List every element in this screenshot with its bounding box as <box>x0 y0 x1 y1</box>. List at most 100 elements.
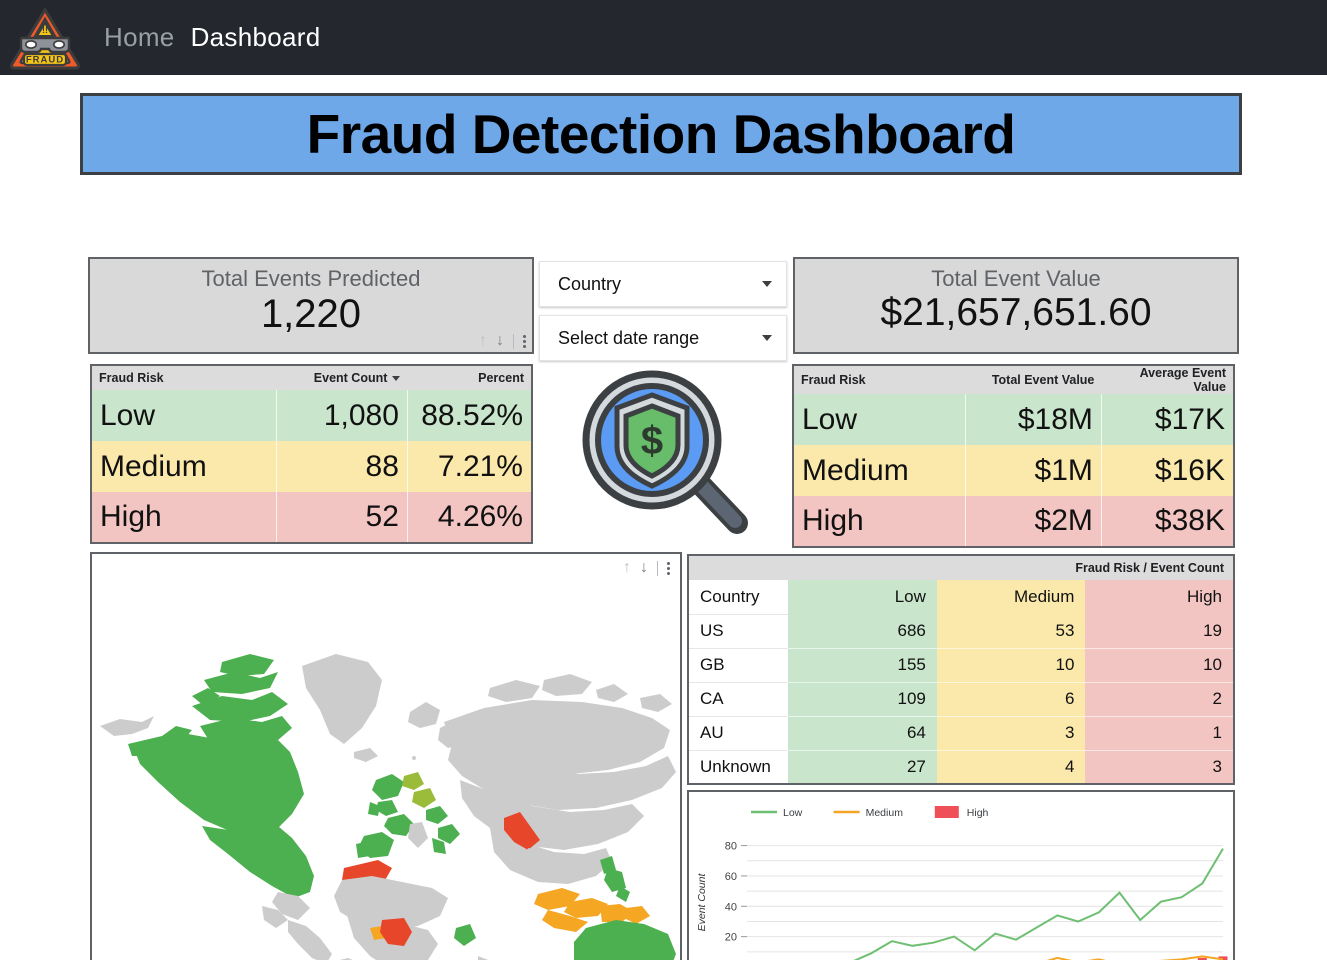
region-gr[interactable] <box>438 824 460 844</box>
pivot-header-row: Country Low Medium High <box>688 580 1234 615</box>
cell-risk: Medium <box>91 441 278 492</box>
cell-low: 64 <box>788 716 937 751</box>
table-row[interactable]: AU 64 3 1 <box>688 716 1234 751</box>
legend-label-medium[interactable]: Medium <box>866 807 904 819</box>
y-axis-title: Event Count <box>696 873 708 932</box>
legend-swatch-high <box>934 806 959 818</box>
cell-high: 3 <box>1085 750 1234 785</box>
table-header-row: Fraud Risk Total Event Value Average Eve… <box>793 365 1234 394</box>
cell-medium: 4 <box>936 750 1086 785</box>
column-header-low[interactable]: Low <box>788 580 937 614</box>
table-row[interactable]: GB 155 10 10 <box>688 648 1234 683</box>
logo-text: FRAUD <box>26 54 64 65</box>
filter-label: Select date range <box>558 327 700 348</box>
cell-country: GB <box>688 648 789 683</box>
nav-link-home[interactable]: Home <box>104 22 175 53</box>
dashboard-title-banner: Fraud Detection Dashboard <box>80 93 1242 175</box>
cell-high: 1 <box>1085 716 1234 751</box>
geo-chart-world-map[interactable]: ↑ ↓ <box>90 552 682 960</box>
cell-low: 27 <box>788 750 937 785</box>
cell-count: 88 <box>276 441 408 492</box>
region-north-america[interactable] <box>100 654 332 960</box>
cell-risk: High <box>91 492 278 543</box>
table-header-row: Fraud Risk Event Count Percent <box>91 365 532 390</box>
region-greenland[interactable] <box>302 654 382 744</box>
line-medium <box>1046 955 1224 960</box>
cell-risk: Medium <box>793 445 967 496</box>
y-axis-tick-label: 40 <box>725 901 737 913</box>
cell-low: 109 <box>788 682 937 717</box>
cell-low: 155 <box>788 648 937 683</box>
region-asia[interactable] <box>444 674 676 902</box>
column-header-average-event-value[interactable]: Average Event Value <box>1101 365 1234 394</box>
cell-medium: 6 <box>936 682 1086 717</box>
table-row[interactable]: Low 1,080 88.52% <box>91 390 533 441</box>
region-au[interactable] <box>574 920 680 960</box>
legend-label-low[interactable]: Low <box>783 807 803 819</box>
sort-ascending-arrow-icon[interactable]: ↑ <box>623 560 631 576</box>
sort-ascending-arrow-icon[interactable]: ↑ <box>479 333 487 349</box>
column-header-fraud-risk[interactable]: Fraud Risk <box>793 365 966 394</box>
toolbar-divider <box>513 333 514 349</box>
cell-high: 10 <box>1085 648 1234 683</box>
toolbar-divider <box>657 560 658 576</box>
nav-link-dashboard[interactable]: Dashboard <box>191 22 321 53</box>
sort-descending-arrow-icon[interactable]: ↓ <box>640 560 648 576</box>
world-map-svg <box>100 654 680 960</box>
cell-risk: High <box>793 496 967 547</box>
card-toolbar: ↑ ↓ <box>623 560 670 576</box>
cell-total-value: $2M <box>965 496 1102 547</box>
kpi-label: Total Event Value <box>931 266 1101 291</box>
event-count-timeseries-chart: 020406080Event CountDec 2009Apr 2010Aug … <box>696 806 1228 960</box>
table-row[interactable]: US 686 53 19 <box>688 614 1234 649</box>
cell-risk: Low <box>793 394 967 445</box>
y-axis-tick-label: 60 <box>725 871 737 883</box>
region-gb[interactable] <box>372 774 404 800</box>
region-iceland[interactable] <box>354 748 378 762</box>
cell-country: US <box>688 614 789 649</box>
legend-label-high[interactable]: High <box>967 807 989 819</box>
cell-average-value: $16K <box>1101 445 1235 496</box>
sort-descending-arrow-icon[interactable]: ↓ <box>496 333 504 349</box>
cell-low: 686 <box>788 614 937 649</box>
filter-dropdown-date-range[interactable]: Select date range <box>539 315 787 361</box>
kpi-card-total-events-predicted: Total Events Predicted 1,220 ↑ ↓ <box>88 257 534 354</box>
table-row[interactable]: CA 109 6 2 <box>688 682 1234 717</box>
table-row[interactable]: Low $18M $17K <box>793 394 1235 445</box>
chevron-down-icon <box>762 281 772 287</box>
column-header-fraud-risk[interactable]: Fraud Risk <box>91 365 277 390</box>
region-ke[interactable] <box>454 924 476 946</box>
column-header-total-event-value[interactable]: Total Event Value <box>965 365 1102 394</box>
table-row[interactable]: Medium 88 7.21% <box>91 441 533 492</box>
kpi-label: Total Events Predicted <box>201 266 421 291</box>
y-axis-tick-label: 80 <box>725 841 737 853</box>
cell-percent: 7.21% <box>407 441 533 492</box>
region-africa[interactable] <box>334 860 490 960</box>
column-header-event-count[interactable]: Event Count <box>276 365 408 390</box>
cell-country: Unknown <box>688 750 789 785</box>
column-header-percent[interactable]: Percent <box>407 365 532 390</box>
cell-high: 2 <box>1085 682 1234 717</box>
svg-text:!!: !! <box>42 25 48 35</box>
column-header-country[interactable]: Country <box>688 580 789 615</box>
more-options-kebab-icon[interactable] <box>667 561 670 575</box>
table-row[interactable]: High 52 4.26% <box>91 492 533 543</box>
cell-risk: Low <box>91 390 278 441</box>
table-fraud-risk-by-country: Fraud Risk / Event Count Country Low Med… <box>687 554 1235 785</box>
column-header-high[interactable]: High <box>1085 580 1234 614</box>
chevron-down-icon <box>762 335 772 341</box>
cell-medium: 3 <box>936 716 1086 751</box>
table-row[interactable]: Medium $1M $16K <box>793 445 1235 496</box>
table-fraud-risk-event-value: Fraud Risk Total Event Value Average Eve… <box>792 364 1235 548</box>
column-header-medium[interactable]: Medium <box>936 580 1086 614</box>
more-options-kebab-icon[interactable] <box>523 334 526 348</box>
table-row[interactable]: Unknown 27 4 3 <box>688 750 1234 785</box>
time-series-chart-card[interactable]: 020406080Event CountDec 2009Apr 2010Aug … <box>687 790 1235 960</box>
table-row[interactable]: High $2M $38K <box>793 496 1235 547</box>
cell-percent: 4.26% <box>407 492 533 543</box>
filter-dropdown-country[interactable]: Country <box>539 261 787 307</box>
cell-average-value: $17K <box>1101 394 1235 445</box>
region-it[interactable] <box>408 822 428 848</box>
region-de[interactable] <box>402 772 424 790</box>
line-low <box>853 848 1224 960</box>
